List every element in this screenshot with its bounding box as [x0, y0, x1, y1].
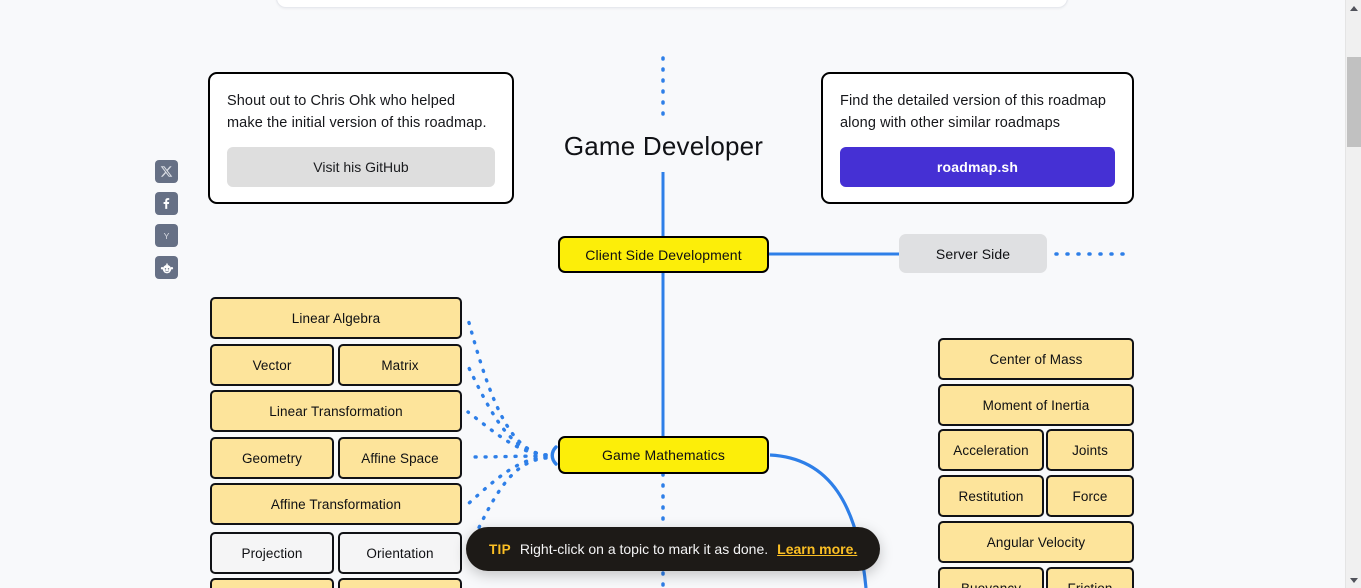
node-center-of-mass[interactable]: Center of Mass	[938, 338, 1134, 380]
node-math-row-extra-right[interactable]	[338, 578, 462, 588]
node-projection[interactable]: Projection	[210, 532, 334, 574]
node-affine-space[interactable]: Affine Space	[338, 437, 462, 479]
node-vector[interactable]: Vector	[210, 344, 334, 386]
vertical-scrollbar[interactable]	[1345, 0, 1361, 588]
node-game-mathematics[interactable]: Game Mathematics	[558, 436, 769, 474]
node-acceleration[interactable]: Acceleration	[938, 429, 1044, 471]
node-linear-transformation[interactable]: Linear Transformation	[210, 390, 462, 432]
roadmap-canvas: Game Developer Client Side Development S…	[0, 0, 1345, 588]
credit-card: Shout out to Chris Ohk who helped make t…	[208, 72, 514, 205]
node-affine-transformation[interactable]: Affine Transformation	[210, 483, 462, 525]
visit-github-button[interactable]: Visit his GitHub	[227, 147, 495, 188]
node-geometry[interactable]: Geometry	[210, 437, 334, 479]
node-force[interactable]: Force	[1046, 475, 1134, 517]
roadmap-card-text: Find the detailed version of this roadma…	[840, 93, 1107, 132]
node-linear-algebra[interactable]: Linear Algebra	[210, 297, 462, 339]
connector-wires	[466, 56, 1134, 588]
node-moment-of-inertia[interactable]: Moment of Inertia	[938, 384, 1134, 426]
node-orientation[interactable]: Orientation	[338, 532, 462, 574]
node-client-side-development[interactable]: Client Side Development	[558, 236, 769, 273]
page-title: Game Developer	[563, 131, 764, 161]
roadmap-link-card: Find the detailed version of this roadma…	[821, 72, 1134, 205]
node-server-side[interactable]: Server Side	[899, 234, 1047, 273]
node-buoyancy[interactable]: Buoyancy	[938, 567, 1044, 588]
node-angular-velocity[interactable]: Angular Velocity	[938, 521, 1134, 563]
scroll-down-arrow-icon[interactable]	[1346, 572, 1361, 588]
credit-card-text: Shout out to Chris Ohk who helped make t…	[227, 93, 487, 132]
roadmap-sh-button[interactable]: roadmap.sh	[840, 147, 1115, 188]
scroll-up-arrow-icon[interactable]	[1346, 0, 1361, 16]
scrollbar-thumb[interactable]	[1347, 57, 1361, 147]
tip-learn-more-link[interactable]: Learn more.	[777, 541, 857, 557]
node-math-row-extra-left[interactable]	[210, 578, 334, 588]
tip-toast: TIP Right-click on a topic to mark it as…	[466, 527, 881, 571]
node-friction[interactable]: Friction	[1046, 567, 1134, 588]
tip-badge: TIP	[489, 541, 511, 557]
node-restitution[interactable]: Restitution	[938, 475, 1044, 517]
tip-message: Right-click on a topic to mark it as don…	[519, 541, 769, 557]
node-joints[interactable]: Joints	[1046, 429, 1134, 471]
node-matrix[interactable]: Matrix	[338, 344, 462, 386]
